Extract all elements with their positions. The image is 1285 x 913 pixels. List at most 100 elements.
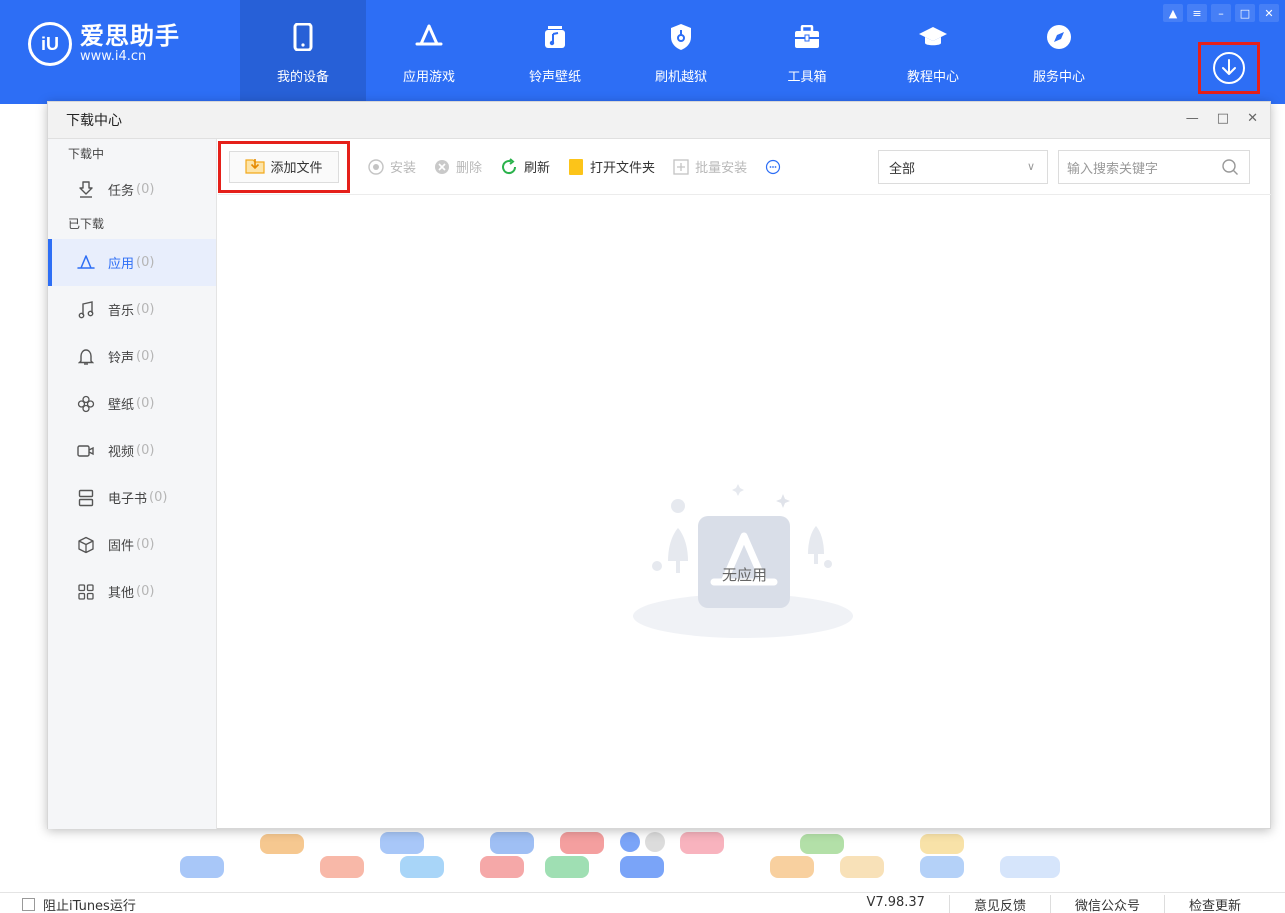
sidebar-item-label: 铃声 xyxy=(108,351,135,366)
close-icon[interactable]: ✕ xyxy=(1247,111,1258,126)
add-file-highlight: 添加文件 xyxy=(218,140,350,193)
flower-icon xyxy=(76,394,96,414)
sidebar-item-label: 视频 xyxy=(108,445,135,460)
sidebar-item-count: (0) xyxy=(136,584,155,599)
delete-label: 删除 xyxy=(456,161,483,176)
nav-service-center[interactable]: 服务中心 xyxy=(996,0,1122,104)
sidebar-item-count: (0) xyxy=(136,255,155,270)
shield-key-icon xyxy=(666,22,696,52)
batch-install-button[interactable]: 批量安装 xyxy=(673,157,747,176)
more-dots-icon xyxy=(765,159,781,175)
app-store-icon xyxy=(414,22,444,52)
sidebar-item-tasks[interactable]: 任务 (0) xyxy=(48,169,216,209)
filter-select[interactable]: 全部 ∨ xyxy=(878,150,1048,184)
sidebar-item-label: 任务 xyxy=(108,183,135,199)
filter-value: 全部 xyxy=(889,161,916,177)
sidebar-item-music[interactable]: 音乐 (0) xyxy=(48,286,216,333)
status-bar: 阻止iTunes运行 V7.98.37 意见反馈 微信公众号 检查更新 xyxy=(0,892,1285,913)
logo-badge: iU xyxy=(28,22,72,66)
top-bar: iU 爱思助手 www.i4.cn 我的设备 应用游戏 铃声壁纸 刷机越狱 工具… xyxy=(0,0,1285,104)
sidebar-item-count: (0) xyxy=(136,537,155,552)
sidebar-item-wallpapers[interactable]: 壁纸 (0) xyxy=(48,380,216,427)
minimize-icon[interactable]: — xyxy=(1186,111,1199,126)
sidebar-item-count: (0) xyxy=(136,302,155,317)
checkbox[interactable] xyxy=(22,898,35,911)
sidebar-item-firmware[interactable]: 固件 (0) xyxy=(48,521,216,568)
refresh-button[interactable]: 刷新 xyxy=(500,157,550,176)
background-app-icons xyxy=(80,826,1220,886)
section-downloaded: 已下载 xyxy=(68,217,105,231)
minimize-icon[interactable]: – xyxy=(1211,4,1231,22)
refresh-icon xyxy=(500,157,518,176)
nav-ringtones-wallpapers[interactable]: 铃声壁纸 xyxy=(492,0,618,104)
toolbox-icon xyxy=(792,22,822,52)
check-update-link[interactable]: 检查更新 xyxy=(1163,895,1265,913)
app-url: www.i4.cn xyxy=(80,49,147,64)
nav-tutorials[interactable]: 教程中心 xyxy=(870,0,996,104)
download-content-area: 无应用 xyxy=(218,196,1271,829)
add-file-label: 添加文件 xyxy=(270,161,323,176)
sidebar-item-ringtones[interactable]: 铃声 (0) xyxy=(48,333,216,380)
refresh-label: 刷新 xyxy=(524,161,551,176)
sidebar-item-count: (0) xyxy=(149,490,168,505)
sidebar-item-count: (0) xyxy=(136,181,155,197)
ebook-icon xyxy=(76,488,96,508)
sidebar-item-others[interactable]: 其他 (0) xyxy=(48,568,216,615)
feedback-link[interactable]: 意见反馈 xyxy=(948,895,1050,913)
download-center-window: 下载中心 — □ ✕ 下载中 任务 (0) 已下载 应用 (0) 音乐 (0) … xyxy=(47,101,1271,829)
maximize-icon[interactable]: □ xyxy=(1217,111,1229,126)
nav-flash-jailbreak[interactable]: 刷机越狱 xyxy=(618,0,744,104)
block-itunes-label: 阻止iTunes运行 xyxy=(43,899,136,913)
wechat-link[interactable]: 微信公众号 xyxy=(1049,895,1164,913)
search-input[interactable]: 输入搜索关键字 xyxy=(1058,150,1250,184)
window-titlebar: 下载中心 — □ ✕ xyxy=(48,102,1270,139)
sidebar-item-label: 电子书 xyxy=(108,492,148,507)
download-arrow-icon xyxy=(1213,52,1245,84)
delete-button[interactable]: 删除 xyxy=(434,157,482,176)
chevron-down-icon: ∨ xyxy=(1026,160,1035,173)
sidebar-item-count: (0) xyxy=(136,443,155,458)
section-downloading: 下载中 xyxy=(68,147,105,161)
delete-icon xyxy=(434,159,450,175)
nav-apps-games[interactable]: 应用游戏 xyxy=(366,0,492,104)
nav-label: 应用游戏 xyxy=(402,70,455,85)
sidebar-item-label: 固件 xyxy=(108,539,135,554)
cube-icon xyxy=(76,535,96,555)
sidebar-item-label: 应用 xyxy=(108,257,135,272)
more-options-button[interactable] xyxy=(765,159,787,175)
sidebar-item-videos[interactable]: 视频 (0) xyxy=(48,427,216,474)
download-toolbar: 添加文件 安装 删除 刷新 打开文件夹 批量安装 全部 ∨ 输入搜索关键字 xyxy=(218,139,1271,195)
bell-icon xyxy=(76,347,96,367)
sidebar-item-ebooks[interactable]: 电子书 (0) xyxy=(48,474,216,521)
sidebar-item-apps[interactable]: 应用 (0) xyxy=(48,239,216,286)
folder-icon xyxy=(568,158,584,176)
nav-label: 刷机越狱 xyxy=(654,70,707,85)
menu-icon[interactable]: ≡ xyxy=(1187,4,1207,22)
shirt-icon[interactable]: ▲ xyxy=(1163,4,1183,22)
block-itunes-toggle[interactable]: 阻止iTunes运行 xyxy=(22,895,136,913)
sidebar-item-label: 音乐 xyxy=(108,304,135,319)
open-folder-label: 打开文件夹 xyxy=(590,161,656,176)
batch-install-icon xyxy=(673,158,689,175)
download-center-button[interactable] xyxy=(1198,42,1260,94)
empty-state-text: 无应用 xyxy=(721,566,767,584)
nav-toolbox[interactable]: 工具箱 xyxy=(744,0,870,104)
close-icon[interactable]: ✕ xyxy=(1259,4,1279,22)
search-icon[interactable] xyxy=(1221,158,1239,180)
open-folder-button[interactable]: 打开文件夹 xyxy=(568,157,655,176)
music-note-icon xyxy=(540,22,570,52)
install-label: 安装 xyxy=(390,161,417,176)
graduation-cap-icon xyxy=(918,22,948,52)
install-button[interactable]: 安装 xyxy=(368,157,416,176)
window-title: 下载中心 xyxy=(66,113,122,129)
maximize-icon[interactable]: □ xyxy=(1235,4,1255,22)
version-text: V7.98.37 xyxy=(866,895,925,910)
nav-my-device[interactable]: 我的设备 xyxy=(240,0,366,104)
sidebar-item-label: 壁纸 xyxy=(108,398,135,413)
search-placeholder: 输入搜索关键字 xyxy=(1067,161,1159,177)
sidebar-item-count: (0) xyxy=(136,349,155,364)
sidebar-item-label: 其他 xyxy=(108,586,135,601)
sidebar-item-count: (0) xyxy=(136,396,155,411)
app-logo[interactable]: iU 爱思助手 www.i4.cn xyxy=(28,22,180,66)
add-file-button[interactable]: 添加文件 xyxy=(229,150,339,183)
